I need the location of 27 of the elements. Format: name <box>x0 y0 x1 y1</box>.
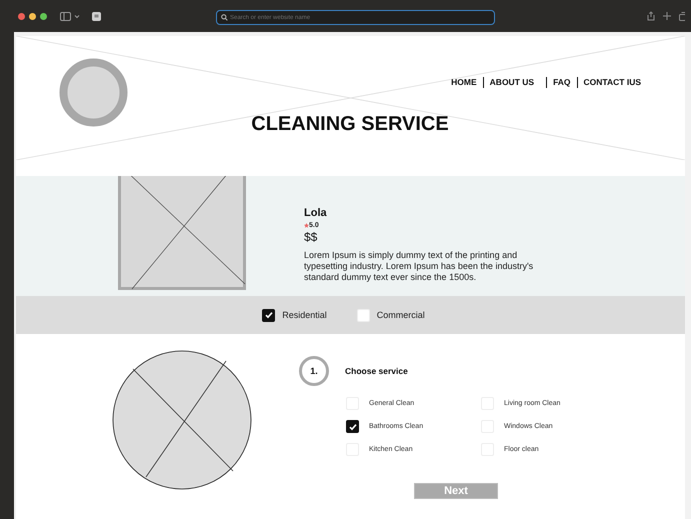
search-icon <box>221 14 228 21</box>
checkbox-option[interactable]: Residential <box>262 308 327 322</box>
checkbox-label: Residential <box>282 310 327 320</box>
nav-link[interactable]: CONTACT IUS <box>576 77 647 88</box>
tabs-icon[interactable] <box>679 12 685 20</box>
window-controls-icon[interactable] <box>18 12 47 20</box>
checkbox[interactable] <box>346 420 359 433</box>
description-text: Lorem Ipsum is simply dummy text of the printing and typesetting industry. Lorem Ipsum has been the industry's standard dummy text ever since the 1500s. <box>304 250 534 283</box>
tab-icon[interactable] <box>92 12 101 20</box>
star-icon <box>304 223 309 228</box>
checkbox-label: Commercial <box>376 310 425 320</box>
nav-link[interactable]: FAQ <box>546 77 577 88</box>
provider-name: Lola <box>304 207 328 219</box>
checkmark-icon <box>348 422 358 432</box>
checkmark-icon <box>264 310 274 320</box>
price-level: $$ <box>304 230 318 244</box>
checkbox-option[interactable]: Commercial <box>356 308 425 322</box>
sidebar-icon[interactable] <box>60 12 80 20</box>
logo-placeholder <box>59 58 128 127</box>
nav-link[interactable]: HOME <box>445 77 483 88</box>
plus-icon[interactable] <box>663 12 671 20</box>
step-title: Choose service <box>345 366 408 376</box>
checkbox[interactable] <box>262 308 276 322</box>
nav-link[interactable]: ABOUT US <box>482 77 540 88</box>
share-icon[interactable] <box>647 11 655 21</box>
page-title: CLEANING SERVICE <box>250 113 450 136</box>
step-number: 1. <box>299 356 329 386</box>
